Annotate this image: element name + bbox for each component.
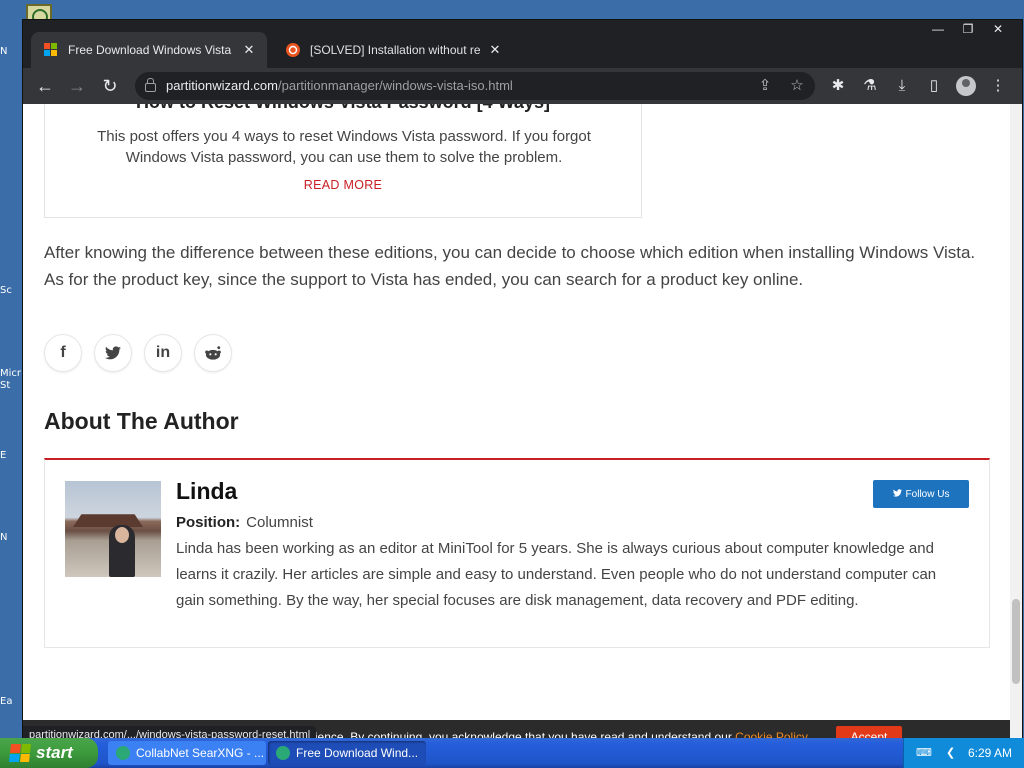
taskbar-item-label: Free Download Wind... bbox=[296, 746, 419, 760]
linkedin-icon[interactable]: in bbox=[144, 334, 182, 372]
desktop-label: Sc bbox=[0, 285, 12, 296]
tab-windows-vista-iso[interactable]: Free Download Windows Vista ISO ✕ bbox=[31, 32, 267, 68]
chrome-icon bbox=[116, 746, 130, 760]
tab-title: [SOLVED] Installation without reboot bbox=[310, 43, 481, 57]
read-more-link[interactable]: READ MORE bbox=[45, 178, 641, 192]
desktop-label: E bbox=[0, 450, 7, 461]
status-bar-url: partitionwizard.com/.../windows-vista-pa… bbox=[23, 726, 317, 738]
author-bio: Linda has been working as an editor at M… bbox=[176, 540, 937, 609]
taskbar-item-collabnet[interactable]: CollabNet SearXNG - ... bbox=[108, 741, 266, 765]
reload-icon[interactable]: ↻ bbox=[98, 74, 122, 98]
close-tab-icon[interactable]: ✕ bbox=[241, 42, 257, 58]
page-scrollbar[interactable] bbox=[1010, 104, 1022, 738]
chrome-icon bbox=[276, 746, 290, 760]
labs-flask-icon[interactable]: ⚗ bbox=[860, 76, 880, 96]
related-post-description: This post offers you 4 ways to reset Win… bbox=[97, 128, 591, 166]
chevron-left-icon[interactable]: ❮ bbox=[946, 746, 955, 759]
minimize-icon[interactable]: — bbox=[923, 20, 953, 40]
tab-installation-without-reboot[interactable]: [SOLVED] Installation without reboot ✕ bbox=[273, 32, 513, 68]
keyboard-icon[interactable]: ⌨ bbox=[916, 746, 932, 759]
start-button[interactable]: start bbox=[0, 738, 98, 768]
vista-favicon-icon bbox=[43, 42, 59, 58]
desktop-label: Micr St bbox=[0, 368, 22, 391]
address-bar[interactable]: partitionwizard.com/partitionmanager/win… bbox=[135, 72, 815, 100]
scroll-thumb[interactable] bbox=[1012, 599, 1020, 684]
lock-icon[interactable] bbox=[145, 78, 156, 92]
browser-toolbar: ← → ↻ partitionwizard.com/partitionmanag… bbox=[23, 68, 1022, 104]
author-avatar bbox=[65, 481, 161, 577]
author-box: Linda Position: Columnist Linda has been … bbox=[44, 458, 990, 648]
twitter-icon[interactable] bbox=[94, 334, 132, 372]
body-paragraph: After knowing the difference between the… bbox=[44, 243, 976, 289]
cookie-policy-link[interactable]: Cookie Policy bbox=[735, 730, 807, 738]
share-page-icon[interactable]: ⇪ bbox=[755, 76, 775, 96]
browser-window: Free Download Windows Vista ISO ✕ [SOLVE… bbox=[23, 20, 1022, 738]
windows-flag-icon bbox=[9, 744, 31, 762]
url-text[interactable]: partitionwizard.com/partitionmanager/win… bbox=[166, 78, 513, 93]
twitter-bird-icon bbox=[892, 488, 902, 500]
reddit-icon[interactable] bbox=[194, 334, 232, 372]
facebook-icon[interactable]: f bbox=[44, 334, 82, 372]
start-label: start bbox=[36, 743, 73, 762]
desktop-label: Ea bbox=[0, 696, 13, 707]
related-post-card: How to Reset Windows Vista Password [4 W… bbox=[44, 104, 642, 218]
taskbar: start CollabNet SearXNG - ... Free Downl… bbox=[0, 738, 1024, 768]
close-tab-icon[interactable]: ✕ bbox=[487, 42, 503, 58]
author-name: Linda bbox=[176, 478, 238, 504]
about-author-heading: About The Author bbox=[44, 408, 239, 434]
author-position: Position: Columnist bbox=[176, 514, 313, 531]
maximize-icon[interactable]: ❐ bbox=[953, 20, 983, 40]
menu-kebab-icon[interactable]: ⋮ bbox=[988, 76, 1008, 96]
close-window-icon[interactable]: ✕ bbox=[983, 20, 1013, 40]
follow-us-button[interactable]: Follow Us bbox=[873, 480, 969, 508]
ubuntu-favicon-icon bbox=[285, 42, 301, 58]
download-icon[interactable]: ⤓ bbox=[892, 76, 912, 96]
clock[interactable]: 6:29 AM bbox=[968, 746, 1012, 760]
related-post-title[interactable]: How to Reset Windows Vista Password [4 W… bbox=[45, 104, 641, 113]
forward-icon[interactable]: → bbox=[65, 74, 89, 98]
page-content: How to Reset Windows Vista Password [4 W… bbox=[23, 104, 1010, 738]
tab-title: Free Download Windows Vista ISO bbox=[68, 43, 235, 57]
back-icon[interactable]: ← bbox=[33, 74, 57, 98]
desktop-label: N bbox=[0, 46, 8, 57]
extensions-icon[interactable]: ✱ bbox=[828, 76, 848, 96]
profile-avatar-icon[interactable] bbox=[956, 76, 976, 96]
system-tray: ⌨ ❮ 6:29 AM bbox=[903, 738, 1024, 768]
side-panel-icon[interactable]: ▯ bbox=[924, 76, 944, 96]
tab-strip: Free Download Windows Vista ISO ✕ [SOLVE… bbox=[23, 20, 1022, 68]
accept-cookies-button[interactable]: Accept bbox=[836, 726, 902, 738]
taskbar-item-free-download[interactable]: Free Download Wind... bbox=[268, 741, 426, 765]
bookmark-star-icon[interactable]: ☆ bbox=[787, 76, 807, 96]
desktop-label: N bbox=[0, 532, 8, 543]
taskbar-item-label: CollabNet SearXNG - ... bbox=[136, 746, 265, 760]
